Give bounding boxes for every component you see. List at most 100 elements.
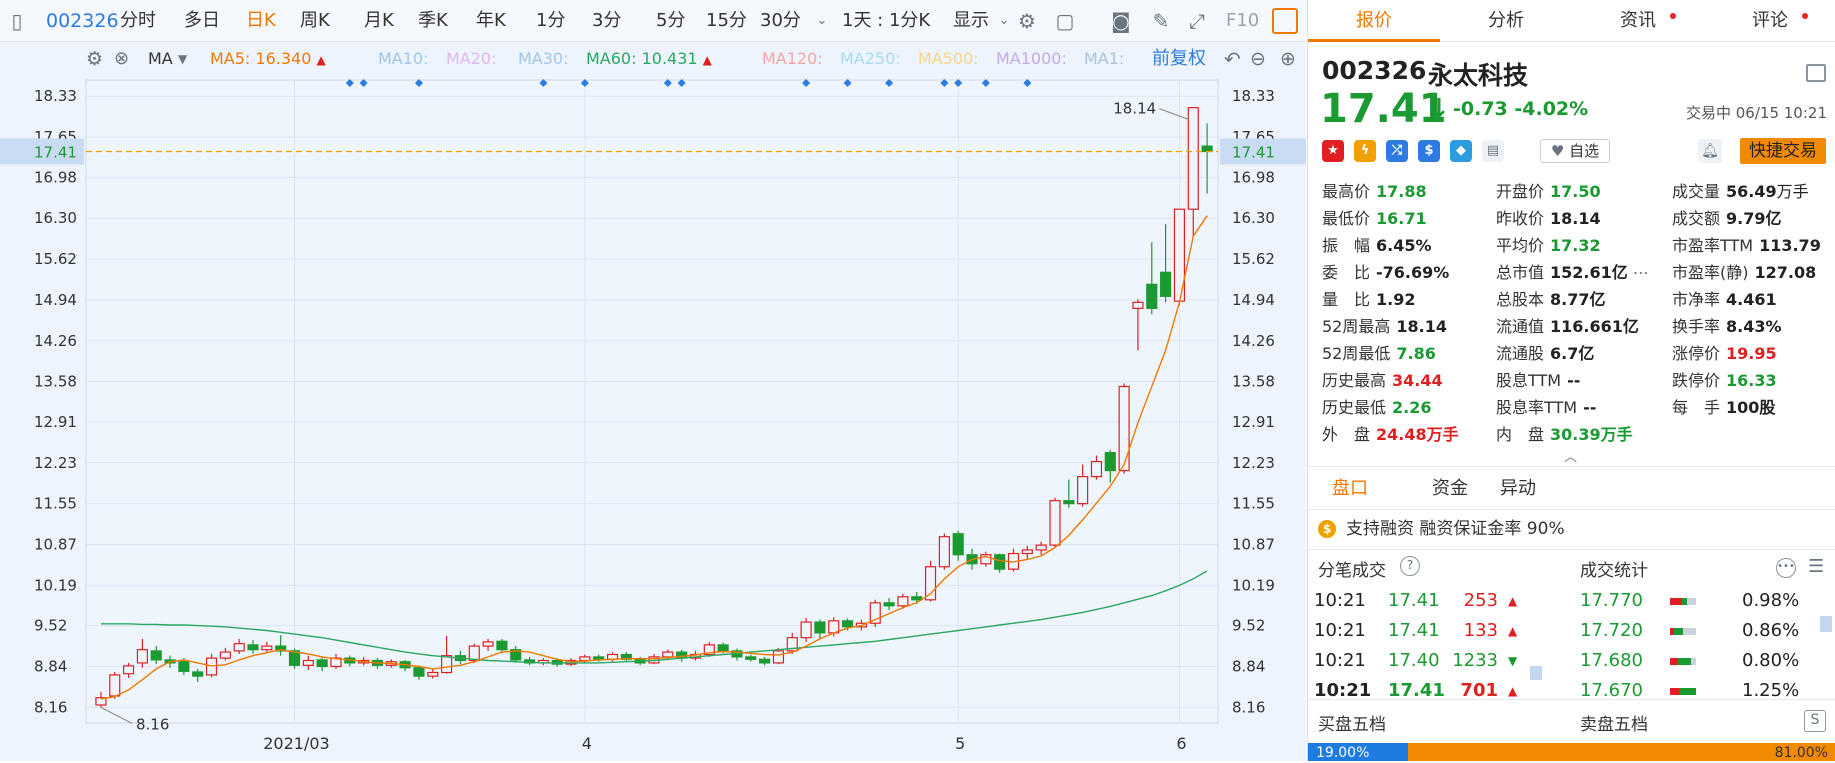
candle-body bbox=[1118, 385, 1130, 472]
zoom-out-icon[interactable]: ⊖ bbox=[1250, 42, 1266, 76]
trade-section: 分笔成交 ? 成交统计 ••• ☰ 10:21 17.41 253 ▲ 10:21 17.… bbox=[1308, 549, 1835, 701]
chevron-down-icon[interactable]: ▼ bbox=[178, 42, 187, 76]
candle-body bbox=[883, 602, 895, 607]
y-tick-label-left: 10.19 bbox=[34, 576, 77, 594]
fast-trade-button[interactable]: 快捷交易 bbox=[1740, 138, 1826, 164]
help-icon[interactable]: ? bbox=[1400, 556, 1420, 576]
period-tab[interactable]: 多日 bbox=[184, 0, 220, 42]
tab-comments[interactable]: 评论 bbox=[1704, 0, 1835, 42]
period-tab[interactable]: 日K bbox=[246, 0, 276, 42]
bell-icon[interactable]: 🔔︎ bbox=[1698, 139, 1722, 163]
period-tab[interactable]: 周K bbox=[300, 0, 330, 42]
vstats-scrollbar[interactable] bbox=[1820, 616, 1832, 632]
zoom-in-icon[interactable]: ⊕ bbox=[1280, 42, 1296, 76]
period-tab[interactable]: 5分 bbox=[656, 0, 685, 42]
ticks-title: 分笔成交 bbox=[1318, 561, 1386, 581]
candle-body bbox=[952, 533, 964, 556]
chevron-down-icon[interactable]: ⌄ bbox=[814, 0, 830, 42]
detail-panel-icon[interactable] bbox=[1806, 64, 1826, 82]
bookmark-icon[interactable]: ▤ bbox=[1482, 140, 1504, 162]
period-tab[interactable]: 15分 bbox=[706, 0, 747, 42]
fullscreen-icon[interactable]: ⤢ bbox=[1184, 0, 1210, 42]
draw-rect-icon[interactable]: ▢ bbox=[1052, 0, 1078, 42]
ma1000-legend: MA1000: bbox=[996, 49, 1067, 68]
collapse-chevron-icon[interactable]: ︿ bbox=[1564, 446, 1577, 465]
stat-value: 56.49 bbox=[1726, 182, 1777, 201]
stat-item: 市盈率TTM 113.79 bbox=[1672, 234, 1821, 258]
period-tab[interactable]: 3分 bbox=[592, 0, 621, 42]
pen-icon[interactable]: ✎ bbox=[1148, 0, 1174, 42]
stat-value: 8.43% bbox=[1726, 317, 1782, 336]
stat-item: 总市值 152.61亿 ⋯ bbox=[1496, 261, 1649, 285]
shuffle-icon[interactable]: ⤮ bbox=[1386, 140, 1408, 162]
lightning-icon[interactable]: ϟ bbox=[1354, 140, 1376, 162]
min-price-label: 8.16 bbox=[136, 715, 169, 733]
stat-label: 每 手 bbox=[1672, 398, 1721, 417]
stat-item: 振 幅 6.45% bbox=[1322, 234, 1432, 258]
stat-label: 成交额 bbox=[1672, 209, 1721, 228]
candle-body bbox=[717, 644, 729, 652]
stat-value: 152.61亿 bbox=[1550, 263, 1628, 282]
dollar-sign-icon[interactable]: S bbox=[1804, 710, 1826, 732]
tick-time: 10:21 bbox=[1314, 620, 1366, 641]
dollar-icon[interactable]: $ bbox=[1418, 140, 1440, 162]
reset-icon[interactable]: ↶ bbox=[1224, 42, 1241, 76]
interval-dropdown[interactable]: 1天 : 1分K bbox=[842, 0, 930, 42]
sidebar-toggle-icon[interactable]: ▯ bbox=[4, 0, 30, 42]
period-tab[interactable]: 月K bbox=[364, 0, 394, 42]
ticks-scrollbar[interactable] bbox=[1530, 666, 1542, 680]
stat-label: 平均价 bbox=[1496, 236, 1545, 255]
candle-body bbox=[814, 621, 826, 634]
ma-settings-icon[interactable]: ⚙ bbox=[86, 42, 103, 76]
settings-gear-icon[interactable]: ⚙ bbox=[1014, 0, 1040, 42]
candle-body bbox=[1035, 544, 1047, 551]
stock-code-link[interactable]: 002326 bbox=[46, 0, 119, 42]
period-tab[interactable]: 1分 bbox=[536, 0, 565, 42]
volume-stats-title: 成交统计 bbox=[1580, 561, 1648, 581]
stat-value: 19.95 bbox=[1726, 344, 1777, 363]
list-view-icon[interactable]: ☰ bbox=[1808, 556, 1824, 577]
tag-icon[interactable]: ◆ bbox=[1450, 140, 1472, 162]
display-dropdown[interactable]: 显示 bbox=[953, 0, 989, 42]
adjust-dropdown[interactable]: 前复权 bbox=[1152, 42, 1206, 76]
tab-quote[interactable]: 报价 bbox=[1308, 0, 1440, 42]
china-flag-icon[interactable]: ★ bbox=[1322, 140, 1344, 162]
camera-icon[interactable]: ◙ bbox=[1108, 0, 1134, 42]
candlestick-chart[interactable]: 18.33 18.3317.65 17.6516.98 16.9816.30 16.30… bbox=[0, 42, 1306, 761]
period-tab[interactable]: 30分 bbox=[760, 0, 801, 42]
period-tab[interactable]: 分时 bbox=[120, 0, 156, 42]
ma-close-icon[interactable]: ⊗ bbox=[114, 42, 129, 76]
more-options-icon[interactable]: ••• bbox=[1776, 558, 1796, 578]
stat-label: 昨收价 bbox=[1496, 209, 1545, 228]
volume-stat-row: 17.720 0.86% bbox=[1570, 616, 1835, 646]
tab-analysis[interactable]: 分析 bbox=[1440, 0, 1572, 42]
stat-value: 113.79 bbox=[1759, 236, 1821, 255]
plot-frame bbox=[85, 79, 1219, 724]
stat-item: 换手率 8.43% bbox=[1672, 315, 1782, 339]
period-tab[interactable]: 年K bbox=[476, 0, 506, 42]
stat-label: 涨停价 bbox=[1672, 344, 1721, 363]
kline-chart-area[interactable]: 18.33 18.33 17.65 17.65 16.98 16.98 16.30 16.30… bbox=[0, 42, 1306, 761]
tab-anomaly[interactable]: 异动 bbox=[1500, 467, 1536, 511]
tab-orderbook[interactable]: 盘口 bbox=[1332, 467, 1368, 511]
add-favorite-button[interactable]: ♥ 自选 bbox=[1540, 139, 1610, 163]
tab-news[interactable]: 资讯 bbox=[1572, 0, 1704, 42]
ma-indicator-name[interactable]: MA bbox=[148, 42, 173, 76]
stat-item: 委 比 -76.69% bbox=[1322, 261, 1449, 285]
more-icon[interactable]: ⋯ bbox=[1628, 263, 1649, 282]
candle-body bbox=[316, 659, 328, 668]
panel-toggle-icon[interactable] bbox=[1272, 8, 1298, 34]
candle-body bbox=[1146, 283, 1158, 309]
stat-value: 17.88 bbox=[1376, 182, 1427, 201]
chevron-down-icon[interactable]: ⌄ bbox=[996, 0, 1012, 42]
down-arrow-icon: ▼ bbox=[1508, 654, 1518, 668]
tick-time: 10:21 bbox=[1314, 590, 1366, 611]
quote-tabs: 报价 分析 资讯 评论 bbox=[1308, 0, 1835, 42]
f10-button[interactable]: F10 bbox=[1226, 0, 1259, 42]
stat-item: 跌停价 16.33 bbox=[1672, 369, 1777, 393]
tab-capital[interactable]: 资金 bbox=[1432, 467, 1468, 511]
y-tick-label-left: 14.94 bbox=[34, 291, 77, 309]
tick-row: 10:21 17.41 133 ▲ bbox=[1308, 616, 1568, 646]
period-tab[interactable]: 季K bbox=[418, 0, 448, 42]
y-tick-label-right: 12.23 bbox=[1232, 454, 1275, 472]
